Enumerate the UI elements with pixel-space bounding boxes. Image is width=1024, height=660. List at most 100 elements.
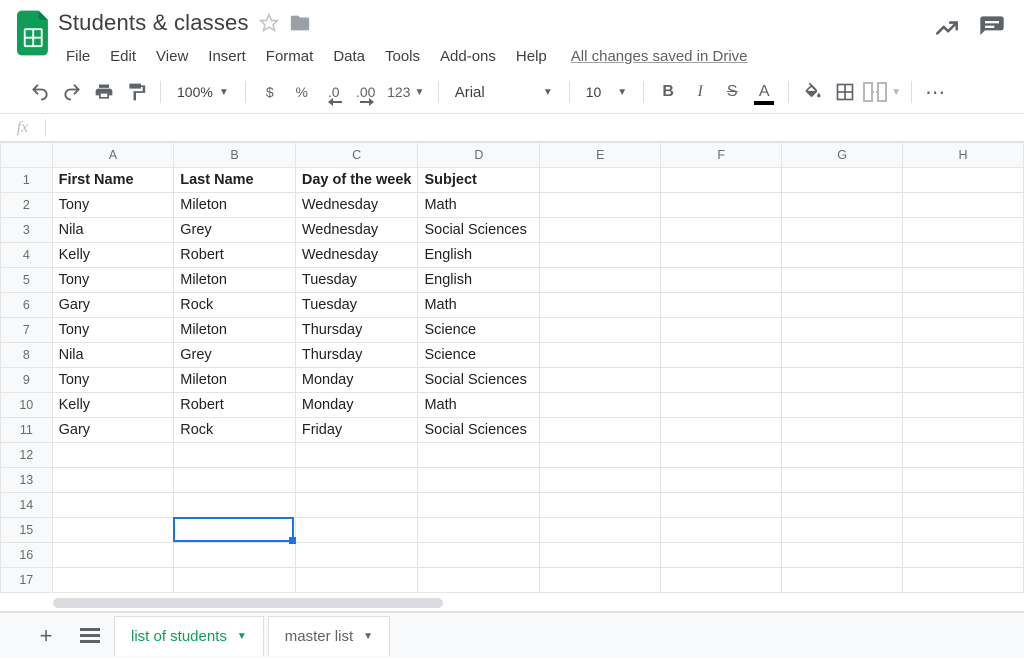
sheet-tab-other[interactable]: master list ▼ bbox=[268, 616, 390, 656]
cell[interactable]: Mileton bbox=[174, 268, 296, 293]
cell[interactable] bbox=[540, 193, 661, 218]
cell[interactable] bbox=[174, 468, 296, 493]
cell[interactable] bbox=[174, 518, 296, 543]
cell[interactable] bbox=[782, 193, 903, 218]
cell[interactable] bbox=[174, 493, 296, 518]
menu-data[interactable]: Data bbox=[323, 44, 375, 69]
cell[interactable]: English bbox=[418, 268, 540, 293]
cell[interactable]: Wednesday bbox=[295, 218, 418, 243]
cell[interactable]: Wednesday bbox=[295, 193, 418, 218]
sheet-tab-active[interactable]: list of students ▼ bbox=[114, 616, 264, 656]
cell[interactable] bbox=[661, 318, 782, 343]
print-button[interactable] bbox=[90, 77, 118, 107]
cell[interactable] bbox=[782, 443, 903, 468]
cell[interactable] bbox=[661, 468, 782, 493]
row-header[interactable]: 1 bbox=[1, 168, 53, 193]
cell[interactable] bbox=[903, 543, 1024, 568]
cell[interactable] bbox=[52, 543, 174, 568]
add-sheet-button[interactable]: + bbox=[26, 616, 66, 656]
formula-input[interactable] bbox=[46, 114, 1024, 141]
cell[interactable] bbox=[540, 268, 661, 293]
undo-button[interactable] bbox=[26, 77, 54, 107]
cell[interactable] bbox=[903, 343, 1024, 368]
cell[interactable] bbox=[782, 468, 903, 493]
cell[interactable] bbox=[903, 568, 1024, 593]
cell[interactable] bbox=[418, 493, 540, 518]
cell[interactable] bbox=[782, 243, 903, 268]
cell[interactable] bbox=[661, 568, 782, 593]
cell[interactable] bbox=[661, 393, 782, 418]
cell[interactable]: Rock bbox=[174, 293, 296, 318]
cell[interactable] bbox=[903, 518, 1024, 543]
cell[interactable] bbox=[295, 568, 418, 593]
column-header[interactable]: A bbox=[52, 143, 174, 168]
chevron-down-icon[interactable]: ▼ bbox=[363, 631, 373, 642]
cell[interactable] bbox=[661, 443, 782, 468]
zoom-select[interactable]: 100% ▼ bbox=[171, 84, 235, 100]
cell[interactable] bbox=[903, 293, 1024, 318]
cell[interactable] bbox=[540, 443, 661, 468]
menu-tools[interactable]: Tools bbox=[375, 44, 430, 69]
cell[interactable] bbox=[661, 218, 782, 243]
cell[interactable] bbox=[418, 568, 540, 593]
cell[interactable] bbox=[295, 468, 418, 493]
folder-icon[interactable] bbox=[289, 12, 311, 34]
row-header[interactable]: 16 bbox=[1, 543, 53, 568]
cell[interactable] bbox=[782, 293, 903, 318]
cell[interactable]: Nila bbox=[52, 218, 174, 243]
cell[interactable]: Day of the week bbox=[295, 168, 418, 193]
format-percent-button[interactable]: % bbox=[288, 77, 316, 107]
cell[interactable] bbox=[903, 168, 1024, 193]
cell[interactable] bbox=[52, 568, 174, 593]
cell[interactable]: Thursday bbox=[295, 318, 418, 343]
column-header[interactable]: F bbox=[661, 143, 782, 168]
cell[interactable]: Gary bbox=[52, 418, 174, 443]
cell[interactable]: Grey bbox=[174, 218, 296, 243]
cell[interactable]: Mileton bbox=[174, 368, 296, 393]
cell[interactable] bbox=[782, 493, 903, 518]
comments-icon[interactable] bbox=[978, 14, 1006, 42]
row-header[interactable]: 2 bbox=[1, 193, 53, 218]
cell[interactable]: Last Name bbox=[174, 168, 296, 193]
cell[interactable] bbox=[903, 393, 1024, 418]
cell[interactable]: Tony bbox=[52, 318, 174, 343]
document-title[interactable]: Students & classes bbox=[56, 10, 249, 36]
row-header[interactable]: 13 bbox=[1, 468, 53, 493]
all-sheets-button[interactable] bbox=[70, 616, 110, 656]
column-header[interactable]: B bbox=[174, 143, 296, 168]
cell[interactable]: First Name bbox=[52, 168, 174, 193]
font-family-select[interactable]: Arial ▼ bbox=[449, 84, 559, 101]
more-toolbar-button[interactable]: ⋯ bbox=[922, 77, 950, 107]
cell[interactable] bbox=[540, 368, 661, 393]
paint-format-button[interactable] bbox=[122, 77, 150, 107]
cell[interactable]: Science bbox=[418, 343, 540, 368]
cell[interactable]: Math bbox=[418, 393, 540, 418]
cell[interactable]: Gary bbox=[52, 293, 174, 318]
cell[interactable] bbox=[174, 443, 296, 468]
row-header[interactable]: 4 bbox=[1, 243, 53, 268]
cell[interactable] bbox=[782, 568, 903, 593]
menu-addons[interactable]: Add-ons bbox=[430, 44, 506, 69]
menu-help[interactable]: Help bbox=[506, 44, 557, 69]
cell[interactable] bbox=[52, 493, 174, 518]
cell[interactable] bbox=[418, 518, 540, 543]
cell[interactable]: Nila bbox=[52, 343, 174, 368]
cell[interactable] bbox=[540, 518, 661, 543]
cell[interactable] bbox=[661, 268, 782, 293]
cell[interactable] bbox=[418, 468, 540, 493]
cell[interactable] bbox=[903, 318, 1024, 343]
select-all-corner[interactable] bbox=[1, 143, 53, 168]
cell[interactable] bbox=[782, 318, 903, 343]
strikethrough-button[interactable]: S bbox=[718, 77, 746, 107]
cell[interactable]: Robert bbox=[174, 393, 296, 418]
cell[interactable]: Social Sciences bbox=[418, 418, 540, 443]
row-header[interactable]: 10 bbox=[1, 393, 53, 418]
cell[interactable]: Social Sciences bbox=[418, 218, 540, 243]
row-header[interactable]: 17 bbox=[1, 568, 53, 593]
spreadsheet-grid[interactable]: ABCDEFGH 1First NameLast NameDay of the … bbox=[0, 142, 1024, 612]
cell[interactable]: Mileton bbox=[174, 318, 296, 343]
cell[interactable] bbox=[782, 343, 903, 368]
cell[interactable] bbox=[661, 168, 782, 193]
cell[interactable] bbox=[661, 293, 782, 318]
text-color-button[interactable]: A bbox=[750, 77, 778, 107]
